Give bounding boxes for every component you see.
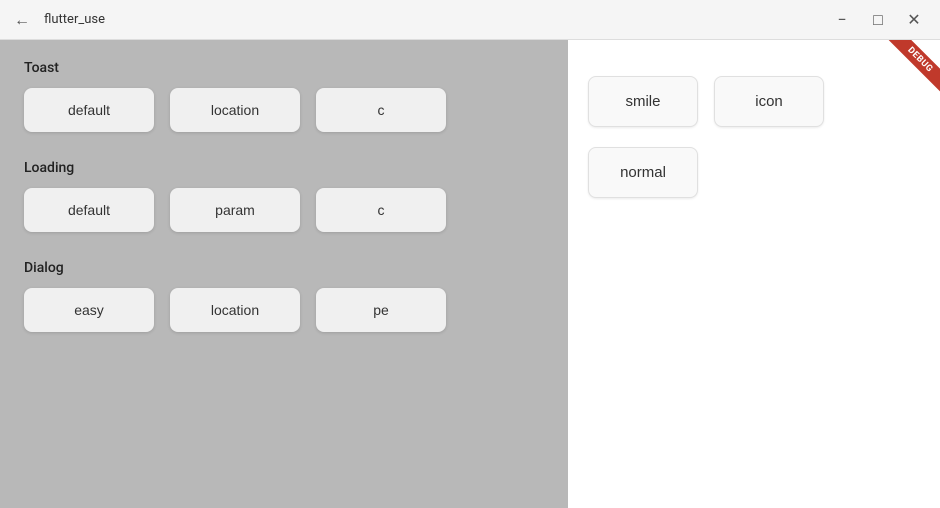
loading-label: Loading bbox=[24, 160, 544, 176]
dialog-label: Dialog bbox=[24, 260, 544, 276]
app-title: flutter_use bbox=[44, 12, 105, 27]
normal-button[interactable]: normal bbox=[588, 147, 698, 198]
toast-section: Toast default location c bbox=[24, 60, 544, 132]
dialog-pe-button[interactable]: pe bbox=[316, 288, 446, 332]
right-bottom-buttons: normal bbox=[588, 147, 920, 198]
window-controls: − □ ✕ bbox=[828, 6, 928, 34]
back-button[interactable]: ← bbox=[12, 10, 32, 30]
toast-default-button[interactable]: default bbox=[24, 88, 154, 132]
smile-button[interactable]: smile bbox=[588, 76, 698, 127]
loading-default-button[interactable]: default bbox=[24, 188, 154, 232]
left-panel: Toast default location c Loading default… bbox=[0, 40, 568, 508]
dialog-location-button[interactable]: location bbox=[170, 288, 300, 332]
toast-location-button[interactable]: location bbox=[170, 88, 300, 132]
back-icon: ← bbox=[14, 10, 30, 30]
close-icon: ✕ bbox=[907, 10, 920, 29]
minimize-icon: − bbox=[837, 10, 846, 29]
toast-button-row: default location c bbox=[24, 88, 544, 132]
toast-label: Toast bbox=[24, 60, 544, 76]
main-layout: Toast default location c Loading default… bbox=[0, 40, 940, 508]
loading-button-row: default param c bbox=[24, 188, 544, 232]
loading-c-button[interactable]: c bbox=[316, 188, 446, 232]
right-top-buttons: smile icon bbox=[588, 76, 920, 127]
loading-param-button[interactable]: param bbox=[170, 188, 300, 232]
minimize-button[interactable]: − bbox=[828, 6, 856, 34]
toast-c-button[interactable]: c bbox=[316, 88, 446, 132]
dialog-easy-button[interactable]: easy bbox=[24, 288, 154, 332]
titlebar: ← flutter_use − □ ✕ bbox=[0, 0, 940, 40]
dialog-section: Dialog easy location pe bbox=[24, 260, 544, 332]
icon-button[interactable]: icon bbox=[714, 76, 824, 127]
maximize-button[interactable]: □ bbox=[864, 6, 892, 34]
loading-section: Loading default param c bbox=[24, 160, 544, 232]
close-button[interactable]: ✕ bbox=[900, 6, 928, 34]
dialog-button-row: easy location pe bbox=[24, 288, 544, 332]
maximize-icon: □ bbox=[873, 10, 883, 30]
right-panel: DEBUG smile icon normal bbox=[568, 40, 940, 508]
